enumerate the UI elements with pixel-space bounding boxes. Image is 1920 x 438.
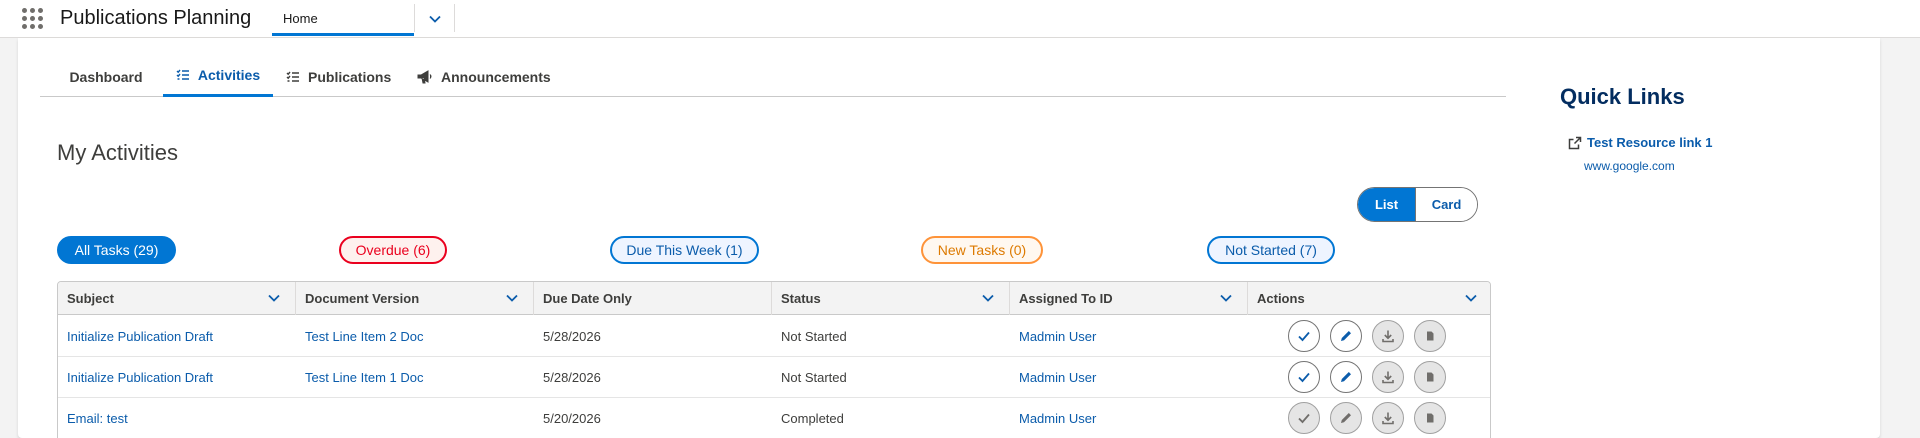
download-icon xyxy=(1382,330,1394,343)
document-version-link[interactable]: Test Line Item 1 Doc xyxy=(296,357,424,398)
column-header-actions[interactable]: Actions xyxy=(1248,282,1490,315)
subtab-bar: Dashboard Activities Publications Announ… xyxy=(40,56,1506,97)
column-label: Actions xyxy=(1257,291,1305,306)
check-icon xyxy=(1298,331,1310,342)
column-label: Assigned To ID xyxy=(1019,291,1113,306)
row-actions xyxy=(1288,361,1446,393)
document-icon xyxy=(1427,372,1434,382)
subject-link[interactable]: Initialize Publication Draft xyxy=(58,316,213,357)
document-version-link[interactable]: Test Line Item 2 Doc xyxy=(296,316,424,357)
subject-link[interactable]: Initialize Publication Draft xyxy=(58,357,213,398)
due-date: 5/28/2026 xyxy=(543,329,601,344)
chevron-down-icon[interactable] xyxy=(1219,291,1233,305)
global-header: Publications Planning Home xyxy=(0,0,1920,38)
table-header: Subject Document Version Due Date Only S… xyxy=(58,282,1490,315)
column-header-due-date[interactable]: Due Date Only xyxy=(534,282,772,315)
complete-button[interactable] xyxy=(1288,361,1320,393)
list-view-button[interactable]: List xyxy=(1358,188,1415,221)
download-button[interactable] xyxy=(1372,320,1404,352)
tab-label: Activities xyxy=(197,67,261,83)
column-label: Subject xyxy=(67,291,114,306)
table-row: Initialize Publication Draft Test Line I… xyxy=(58,357,1490,398)
table-row: Email: test 5/20/2026 Completed Madmin U… xyxy=(58,398,1490,438)
filter-new-tasks[interactable]: New Tasks (0) xyxy=(921,236,1043,264)
tab-publications[interactable]: Publications xyxy=(286,56,396,97)
quick-link-label: Test Resource link 1 xyxy=(1587,135,1713,150)
filter-due-this-week[interactable]: Due This Week (1) xyxy=(610,236,759,264)
activities-table: Subject Document Version Due Date Only S… xyxy=(57,281,1491,438)
tab-activities[interactable]: Activities xyxy=(163,56,273,97)
column-label: Due Date Only xyxy=(543,291,632,306)
chevron-down-icon[interactable] xyxy=(981,291,995,305)
tab-announcements[interactable]: Announcements xyxy=(417,56,557,97)
download-button[interactable] xyxy=(1372,361,1404,393)
edit-button[interactable] xyxy=(1330,402,1362,434)
view-toggle: List Card xyxy=(1357,187,1478,222)
external-link-icon xyxy=(1568,136,1582,150)
column-header-document-version[interactable]: Document Version xyxy=(296,282,534,315)
list-icon xyxy=(176,69,190,81)
column-label: Document Version xyxy=(305,291,420,306)
megaphone-icon xyxy=(417,69,433,84)
quick-link-item[interactable]: Test Resource link 1 xyxy=(1568,135,1712,150)
filter-all-tasks[interactable]: All Tasks (29) xyxy=(57,236,176,264)
table-row: Initialize Publication Draft Test Line I… xyxy=(58,316,1490,357)
document-icon xyxy=(1427,413,1434,423)
check-icon xyxy=(1298,372,1310,383)
check-icon xyxy=(1298,413,1310,424)
chevron-down-icon xyxy=(429,15,441,23)
document-button[interactable] xyxy=(1414,361,1446,393)
row-actions xyxy=(1288,320,1446,352)
pencil-icon xyxy=(1341,372,1351,382)
tab-label: Dashboard xyxy=(69,68,143,85)
status: Not Started xyxy=(781,329,847,344)
chevron-down-icon[interactable] xyxy=(267,291,281,305)
due-date: 5/20/2026 xyxy=(543,411,601,426)
document-button[interactable] xyxy=(1414,402,1446,434)
pencil-icon xyxy=(1341,331,1351,341)
tab-label: Announcements xyxy=(441,68,551,85)
nav-tab-label: Home xyxy=(283,11,318,26)
status: Not Started xyxy=(781,370,847,385)
quick-links-title: Quick Links xyxy=(1560,84,1685,109)
nav-tab-home[interactable]: Home xyxy=(272,4,414,36)
download-button[interactable] xyxy=(1372,402,1404,434)
pencil-icon xyxy=(1341,413,1351,423)
edit-button[interactable] xyxy=(1330,361,1362,393)
complete-button[interactable] xyxy=(1288,402,1320,434)
filter-overdue[interactable]: Overdue (6) xyxy=(339,236,447,264)
nav-menu-button[interactable] xyxy=(418,6,452,32)
status: Completed xyxy=(781,411,844,426)
document-button[interactable] xyxy=(1414,320,1446,352)
document-icon xyxy=(1427,331,1434,341)
subject-link[interactable]: Email: test xyxy=(58,398,128,438)
section-title: My Activities xyxy=(57,140,179,165)
chevron-down-icon[interactable] xyxy=(1464,291,1478,305)
document-version-link[interactable] xyxy=(296,398,305,438)
column-header-assigned-to[interactable]: Assigned To ID xyxy=(1010,282,1248,315)
column-header-subject[interactable]: Subject xyxy=(58,282,296,315)
assigned-user-link[interactable]: Madmin User xyxy=(1010,316,1096,357)
tab-dashboard[interactable]: Dashboard xyxy=(56,56,156,97)
row-actions xyxy=(1288,402,1446,434)
waffle-icon[interactable] xyxy=(22,8,44,30)
edit-button[interactable] xyxy=(1330,320,1362,352)
app-title: Publications Planning xyxy=(60,7,252,29)
tab-label: Publications xyxy=(308,68,392,85)
chevron-down-icon[interactable] xyxy=(505,291,519,305)
assigned-user-link[interactable]: Madmin User xyxy=(1010,398,1096,438)
download-icon xyxy=(1382,412,1394,425)
column-label: Status xyxy=(781,291,821,306)
complete-button[interactable] xyxy=(1288,320,1320,352)
quick-link-url[interactable]: www.google.com xyxy=(1584,159,1675,173)
column-header-status[interactable]: Status xyxy=(772,282,1010,315)
nav-divider xyxy=(454,4,455,32)
filter-not-started[interactable]: Not Started (7) xyxy=(1207,236,1335,264)
due-date: 5/28/2026 xyxy=(543,370,601,385)
list-icon xyxy=(286,71,300,83)
nav-divider xyxy=(414,4,415,32)
card-view-button[interactable]: Card xyxy=(1415,188,1477,221)
download-icon xyxy=(1382,371,1394,384)
assigned-user-link[interactable]: Madmin User xyxy=(1010,357,1096,398)
